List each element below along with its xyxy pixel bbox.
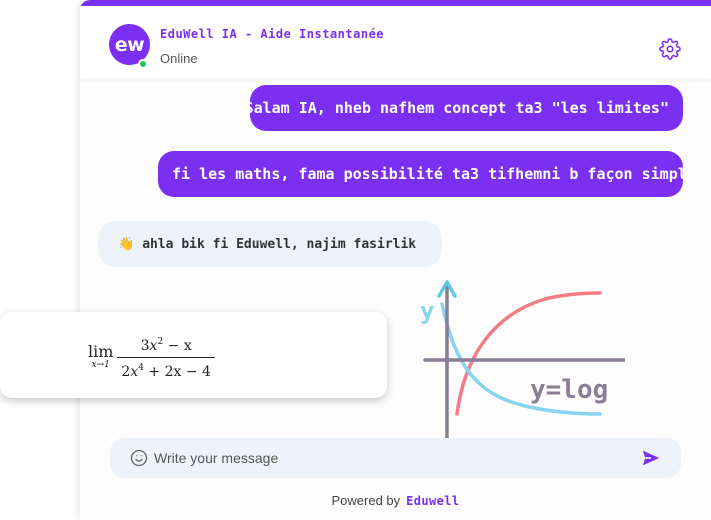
brand-link[interactable]: Eduwell <box>406 494 459 508</box>
lim-word: lim <box>88 342 114 361</box>
log-annotation: y=log <box>530 375 608 405</box>
message-text: Salam IA, nheb nafhem concept ta3 "les l… <box>244 99 669 117</box>
smile-icon[interactable] <box>130 449 148 467</box>
y-axis-label: y <box>420 297 434 325</box>
user-message: Salam IA, nheb nafhem concept ta3 "les l… <box>245 85 683 131</box>
status-text: Online <box>160 51 198 66</box>
user-message: fi les maths, fama possibilité ta3 tifhe… <box>158 151 711 197</box>
message-text: ahla bik fi Eduwell, najim fasirlik <box>142 236 417 252</box>
chat-widget: ew EduWell IA - Aide Instantanée Online … <box>80 0 711 520</box>
gear-icon[interactable] <box>659 38 681 60</box>
log-graph-illustration: y x y=log <box>420 280 625 446</box>
numerator: 3x2 − x <box>140 337 192 354</box>
denominator: 2x4 + 2x − 4 <box>117 357 215 381</box>
limit-operator: lim x→1 <box>88 344 113 371</box>
lim-subscript: x→1 <box>91 360 110 370</box>
limit-formula: lim x→1 3x2 − x 2x4 + 2x − 4 <box>88 334 215 381</box>
message-text: fi les maths, fama possibilité ta3 tifhe… <box>172 165 711 183</box>
powered-by: Powered by Eduwell <box>80 493 711 508</box>
bot-message: 👋 ahla bik fi Eduwell, najim fasirlik <box>98 221 442 267</box>
chat-header: ew EduWell IA - Aide Instantanée Online <box>80 6 711 78</box>
fraction: 3x2 − x 2x4 + 2x − 4 <box>117 334 215 381</box>
powered-by-label: Powered by <box>331 493 401 508</box>
chat-title: EduWell IA - Aide Instantanée <box>160 27 385 41</box>
send-icon[interactable] <box>641 449 661 467</box>
online-indicator <box>138 59 148 69</box>
message-input[interactable] <box>154 447 624 469</box>
waving-hand-icon: 👋 <box>118 236 135 252</box>
message-composer <box>110 438 681 478</box>
